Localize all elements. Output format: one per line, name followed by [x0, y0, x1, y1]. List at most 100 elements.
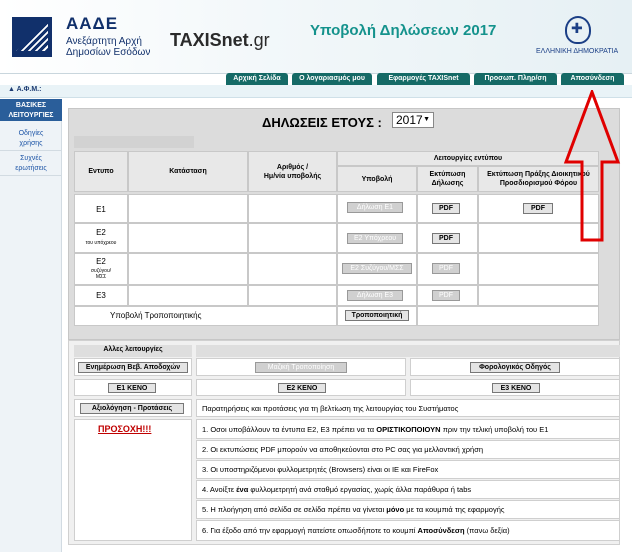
feedback-text: Παρατηρήσεις και προτάσεις για τη βελτίω…	[202, 404, 459, 413]
nav-taxisnet-apps[interactable]: Εφαρμογές TAXISnet	[377, 73, 470, 85]
pdf-e2-spouse-button[interactable]: PDF	[432, 263, 460, 274]
nav-home[interactable]: Αρχική Σελίδα	[226, 73, 288, 85]
form-code: E2	[96, 228, 106, 237]
annotation-arrow-icon	[563, 90, 621, 242]
declarations-heading: ΔΗΛΩΣΕΙΣ ΕΤΟΥΣ :	[262, 115, 382, 130]
year-select-value: 2017	[396, 113, 423, 127]
org-name-line1: Ανεξάρτητη Αρχή	[66, 36, 142, 47]
update-certificates-button[interactable]: Ενημέρωση Βεβ. Αποδοχών	[78, 362, 188, 373]
row-status-cell	[128, 194, 248, 223]
row-number-cell	[248, 194, 337, 223]
form-subtitle: του υπόχρεου	[85, 240, 117, 246]
note-bold: ΟΡΙΣΤΙΚΟΠΟΙΟΥΝ	[376, 425, 441, 434]
row-number-cell	[248, 223, 337, 253]
greek-emblem-icon	[565, 16, 591, 44]
submit-e1-button[interactable]: Δήλωση Ε1	[347, 202, 403, 213]
republic-label: ΕΛΛΗΝΙΚΗ ΔΗΜΟΚΡΑΤΙΑ	[536, 48, 619, 55]
submit-e3-button[interactable]: Δήλωση Ε3	[347, 290, 403, 301]
col-status: Κατάσταση	[128, 151, 248, 192]
col-form: Εντυπο	[74, 151, 128, 192]
note-2: 2. Οι εκτυπώσεις PDF μπορούν να αποθηκεύ…	[202, 445, 483, 454]
sidebar-item-label: χρήσης	[19, 140, 43, 147]
form-subtitle: συζύγου/ ΜΣΣ	[90, 268, 112, 280]
taxisnet-logo-suffix: .gr	[248, 30, 270, 50]
attention-label: ΠΡΟΣΟΧΗ!!!	[98, 424, 152, 434]
note-bold: ένα	[236, 485, 249, 494]
sidebar-heading-line1: ΒΑΣΙΚΕΣ	[15, 102, 47, 109]
sidebar-item-label: ερωτήσεις	[15, 165, 47, 172]
col-print-line2: Δήλωσης	[431, 180, 464, 187]
taxisnet-logo-main: TAXISnet	[170, 30, 249, 50]
sidebar-heading-line2: ΛΕΙΤΟΥΡΓΙΕΣ	[8, 112, 54, 119]
nav-personal-info[interactable]: Προσωπ. Πληρ/ση	[474, 73, 557, 85]
e3-blank-button[interactable]: Ε3 ΚΕΝΟ	[492, 383, 540, 393]
submit-e2-spouse-button[interactable]: Ε2 Συζύγου/ΜΣΣ	[342, 263, 412, 274]
org-abbr: ΑΑΔΕ	[66, 14, 119, 33]
tax-guide-button[interactable]: Φορολογικός Οδηγός	[470, 362, 560, 373]
note-4: 4. Ανοίξτε ένα φυλλομετρητή ανά σταθμό ε…	[202, 485, 471, 494]
note-text: φυλλομετρητή ανά σταθμό εργασίας, χωρίς …	[248, 485, 472, 494]
pdf-e1-button[interactable]: PDF	[432, 203, 460, 214]
form-code: E3	[96, 291, 106, 300]
mass-amend-button[interactable]: Μαζική Τροποποίηση	[255, 362, 347, 373]
other-functions-heading: Αλλες λειτουργίες	[74, 345, 192, 357]
page-title: Υποβολή Δηλώσεων 2017	[310, 22, 497, 39]
sidebar-item-label: Συχνές	[20, 155, 42, 162]
note-text: 1. Οσοι υποβάλλουν τα έντυπα Ε2, Ε3 πρέπ…	[202, 425, 377, 434]
note-text: (πανω δεξία)	[464, 526, 510, 535]
row-act-cell	[478, 285, 599, 306]
note-text: 5. Η πλοήγηση από σελίδα σε σελίδα πρέπε…	[202, 505, 387, 514]
row-number-cell	[248, 253, 337, 285]
year-select[interactable]: 2017 ▼	[392, 112, 434, 128]
redacted-info	[74, 136, 194, 148]
row-act-cell	[478, 253, 599, 285]
e2-blank-button[interactable]: Ε2 ΚΕΝΟ	[278, 383, 326, 393]
nav-logout[interactable]: Αποσύνδεση	[561, 73, 624, 85]
feedback-button[interactable]: Αξιολόγηση - Προτάσεις	[80, 403, 184, 414]
dropdown-arrow-icon: ▼	[423, 116, 430, 123]
col-print: Εκτύπωση Δήλωσης	[417, 166, 478, 192]
user-info-bar	[0, 85, 632, 98]
form-code: E2	[96, 257, 106, 266]
submit-e2-owner-button[interactable]: Ε2 Υπόχρεου	[347, 233, 403, 244]
col-submit: Υποβολή	[337, 166, 417, 192]
pdf-act-e1-button[interactable]: PDF	[523, 203, 553, 214]
taxisnet-logo: TAXISnet.gr	[170, 30, 270, 51]
other-functions-heading-fill	[196, 345, 620, 357]
note-text: 3. Οι υποστηριζόμενοι φυλλομετρητές (Bro…	[202, 465, 439, 474]
note-bold: Αποσύνδεση	[417, 526, 465, 535]
note-3: 3. Οι υποστηριζόμενοι φυλλομετρητές (Bro…	[202, 465, 438, 474]
sidebar-item-instructions[interactable]: Οδηγίες χρήσης	[0, 127, 62, 151]
note-text: με τα κουμπιά της εφαρμογής	[404, 505, 505, 514]
col-number-line2: Ημ/νία υποβολής	[263, 172, 322, 180]
note-6: 6. Για έξοδο από την εφαρμογή πατείστε ο…	[202, 526, 510, 535]
sidebar-heading: ΒΑΣΙΚΕΣ ΛΕΙΤΟΥΡΓΙΕΣ	[0, 99, 62, 121]
col-print-line1: Εκτύπωση	[429, 171, 466, 178]
afm-label-text: Α.Φ.Μ.:	[16, 86, 42, 93]
note-text: 6. Για έξοδο από την εφαρμογή πατείστε ο…	[202, 526, 418, 535]
page-root: ΑΑΔΕ Ανεξάρτητη Αρχή Δημοσίων Εσόδων TAX…	[0, 0, 632, 552]
e1-blank-button[interactable]: Ε1 ΚΕΝΟ	[108, 383, 156, 393]
row-status-cell	[128, 253, 248, 285]
col-number: Αριθμός / Ημ/νία υποβολής	[248, 151, 337, 192]
org-name-line2: Δημοσίων Εσόδων	[66, 47, 151, 58]
note-text: πριν την τελική υποβολή του Ε1	[440, 425, 549, 434]
note-text: 4. Ανοίξτε	[202, 485, 237, 494]
row-number-cell	[248, 285, 337, 306]
pdf-e3-button[interactable]: PDF	[432, 290, 460, 301]
amend-button[interactable]: Τροποποιητική	[345, 310, 409, 321]
aade-logo-icon	[12, 17, 52, 57]
afm-label: ▲ Α.Φ.Μ.:	[8, 86, 42, 93]
amend-label: Υποβολή Τροποποιητικής	[110, 311, 202, 320]
note-1: 1. Οσοι υποβάλλουν τα έντυπα Ε2, Ε3 πρέπ…	[202, 425, 548, 434]
note-text: 2. Οι εκτυπώσεις PDF μπορούν να αποθηκεύ…	[202, 445, 484, 454]
row-status-cell	[128, 223, 248, 253]
attention-cell	[74, 419, 192, 541]
sidebar-item-faq[interactable]: Συχνές ερωτήσεις	[0, 152, 62, 176]
nav-my-account[interactable]: Ο λογαριασμός μου	[292, 73, 372, 85]
pdf-e2-owner-button[interactable]: PDF	[432, 233, 460, 244]
row-status-cell	[128, 285, 248, 306]
note-5: 5. Η πλοήγηση από σελίδα σε σελίδα πρέπε…	[202, 505, 505, 514]
note-bold: μόνο	[386, 505, 405, 514]
sidebar-item-label: Οδηγίες	[18, 130, 44, 137]
